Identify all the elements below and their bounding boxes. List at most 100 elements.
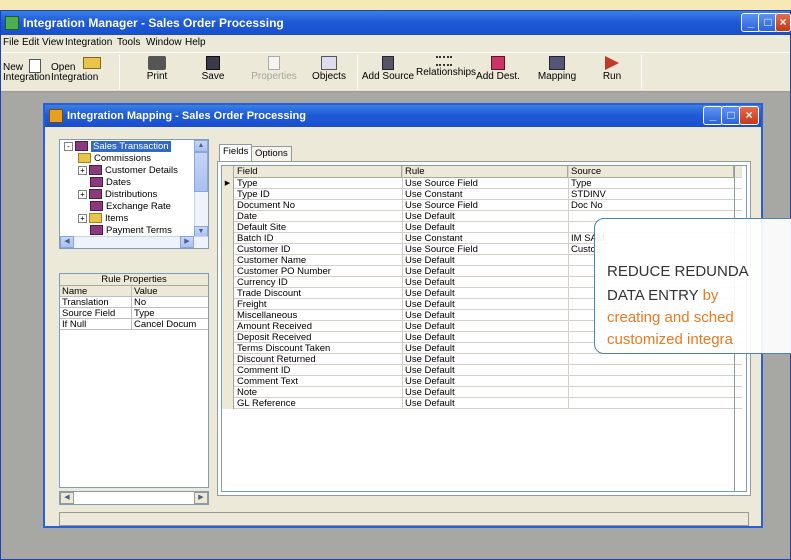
menu-help[interactable]: Help — [185, 37, 206, 48]
rule-cell[interactable]: Use Default — [405, 343, 567, 354]
run-button[interactable]: Run — [597, 53, 627, 91]
add-source-button[interactable]: Add Source — [361, 53, 415, 91]
field-cell[interactable]: GL Reference — [237, 398, 401, 409]
row-selector[interactable] — [222, 233, 234, 244]
field-cell[interactable]: Default Site — [237, 222, 401, 233]
menu-file[interactable]: File — [3, 37, 19, 48]
field-cell[interactable]: Batch ID — [237, 233, 401, 244]
print-button[interactable]: Print — [139, 53, 175, 91]
grid-row[interactable]: Comment ID Use Default — [222, 365, 742, 376]
mapping-button[interactable]: Mapping — [535, 53, 579, 91]
source-cell[interactable] — [571, 376, 733, 387]
inner-close-button[interactable]: × — [739, 106, 759, 125]
rule-cell[interactable]: Use Constant — [405, 233, 567, 244]
rule-cell[interactable]: Use Default — [405, 222, 567, 233]
tree-item[interactable]: Commissions — [78, 153, 151, 165]
rule-cell[interactable]: Use Default — [405, 398, 567, 409]
field-cell[interactable]: Currency ID — [237, 277, 401, 288]
row-selector[interactable] — [222, 310, 234, 321]
grid-row[interactable]: Comment Text Use Default — [222, 376, 742, 387]
tree-horizontal-scrollbar[interactable]: ◀ ▶ — [60, 236, 208, 248]
scroll-left-button[interactable]: ◀ — [60, 236, 74, 248]
rule-cell[interactable]: Use Constant — [405, 189, 567, 200]
field-cell[interactable]: Comment Text — [237, 376, 401, 387]
field-cell[interactable]: Deposit Received — [237, 332, 401, 343]
rule-cell[interactable]: Use Default — [405, 211, 567, 222]
tree-vertical-scrollbar[interactable]: ▲ ▼ — [194, 140, 208, 248]
rule-cell[interactable]: Use Source Field — [405, 244, 567, 255]
row-selector[interactable] — [222, 189, 234, 200]
row-selector[interactable] — [222, 288, 234, 299]
grid-row[interactable]: ▶ Type Use Source Field Type — [222, 178, 742, 189]
menu-view[interactable]: View — [42, 37, 64, 48]
source-cell[interactable] — [571, 354, 733, 365]
field-cell[interactable]: Date — [237, 211, 401, 222]
row-selector[interactable] — [222, 200, 234, 211]
source-cell[interactable]: Doc No — [571, 200, 733, 211]
tree-item[interactable]: + Customer Details — [78, 165, 178, 177]
menu-integration[interactable]: Integration — [65, 37, 112, 48]
grid-row[interactable]: Discount Returned Use Default — [222, 354, 742, 365]
close-button[interactable]: × — [775, 13, 791, 32]
rules-scroll-left[interactable]: ◀ — [60, 492, 74, 504]
rules-scroll-right[interactable]: ▶ — [194, 492, 208, 504]
row-selector[interactable] — [222, 332, 234, 343]
menu-edit[interactable]: Edit — [22, 37, 39, 48]
source-cell[interactable] — [571, 398, 733, 409]
grid-row[interactable]: Note Use Default — [222, 387, 742, 398]
field-cell[interactable]: Note — [237, 387, 401, 398]
new-integration-button[interactable]: New Integration — [3, 53, 50, 91]
rule-cell[interactable]: Use Default — [405, 365, 567, 376]
row-selector[interactable] — [222, 365, 234, 376]
grid-row[interactable]: GL Reference Use Default — [222, 398, 742, 409]
open-integration-button[interactable]: Open Integration — [51, 53, 103, 91]
field-cell[interactable]: Type ID — [237, 189, 401, 200]
tab-fields[interactable]: Fields — [219, 144, 253, 161]
grid-row[interactable]: Document No Use Source Field Doc No — [222, 200, 742, 211]
rule-cell[interactable]: Use Source Field — [405, 178, 567, 189]
source-cell[interactable] — [571, 387, 733, 398]
objects-button[interactable]: Objects — [309, 53, 349, 91]
rule-cell[interactable]: Use Default — [405, 255, 567, 266]
scroll-right-button[interactable]: ▶ — [180, 236, 194, 248]
tree-item[interactable]: + Items — [78, 213, 128, 225]
row-selector[interactable] — [222, 211, 234, 222]
grid-row[interactable]: Type ID Use Constant STDINV — [222, 189, 742, 200]
source-cell[interactable]: STDINV — [571, 189, 733, 200]
rule-property-row[interactable]: Translation No — [60, 297, 208, 308]
row-selector[interactable] — [222, 255, 234, 266]
field-cell[interactable]: Comment ID — [237, 365, 401, 376]
relationships-button[interactable]: Relationships — [416, 53, 476, 91]
rule-cell[interactable]: Use Default — [405, 332, 567, 343]
source-cell[interactable] — [571, 365, 733, 376]
collapse-icon[interactable]: - — [64, 141, 73, 151]
rule-property-row[interactable]: Source Field Type — [60, 308, 208, 319]
rule-property-value[interactable]: No — [134, 297, 146, 308]
rule-cell[interactable]: Use Source Field — [405, 200, 567, 211]
rule-cell[interactable]: Use Default — [405, 266, 567, 277]
tab-options[interactable]: Options — [251, 146, 292, 161]
row-selector[interactable] — [222, 354, 234, 365]
inner-maximize-button[interactable]: □ — [721, 106, 741, 125]
expand-icon[interactable]: + — [78, 165, 87, 175]
field-cell[interactable]: Terms Discount Taken — [237, 343, 401, 354]
expand-icon[interactable]: + — [78, 189, 87, 199]
menu-window[interactable]: Window — [146, 37, 182, 48]
tree-item[interactable]: Exchange Rate — [90, 201, 171, 213]
column-field[interactable]: Field — [234, 166, 402, 178]
field-cell[interactable]: Type — [237, 178, 401, 189]
source-cell[interactable]: Type — [571, 178, 733, 189]
rule-property-value[interactable]: Type — [134, 308, 155, 319]
field-cell[interactable]: Document No — [237, 200, 401, 211]
row-selector[interactable] — [222, 299, 234, 310]
properties-button[interactable]: Properties — [249, 53, 299, 91]
inner-minimize-button[interactable]: _ — [703, 106, 723, 125]
field-cell[interactable]: Trade Discount — [237, 288, 401, 299]
row-selector[interactable] — [222, 398, 234, 409]
field-cell[interactable]: Customer Name — [237, 255, 401, 266]
row-selector[interactable] — [222, 387, 234, 398]
field-cell[interactable]: Discount Returned — [237, 354, 401, 365]
row-selector[interactable] — [222, 343, 234, 354]
scroll-up-button[interactable]: ▲ — [194, 140, 208, 152]
current-row-indicator-icon[interactable]: ▶ — [222, 178, 234, 189]
